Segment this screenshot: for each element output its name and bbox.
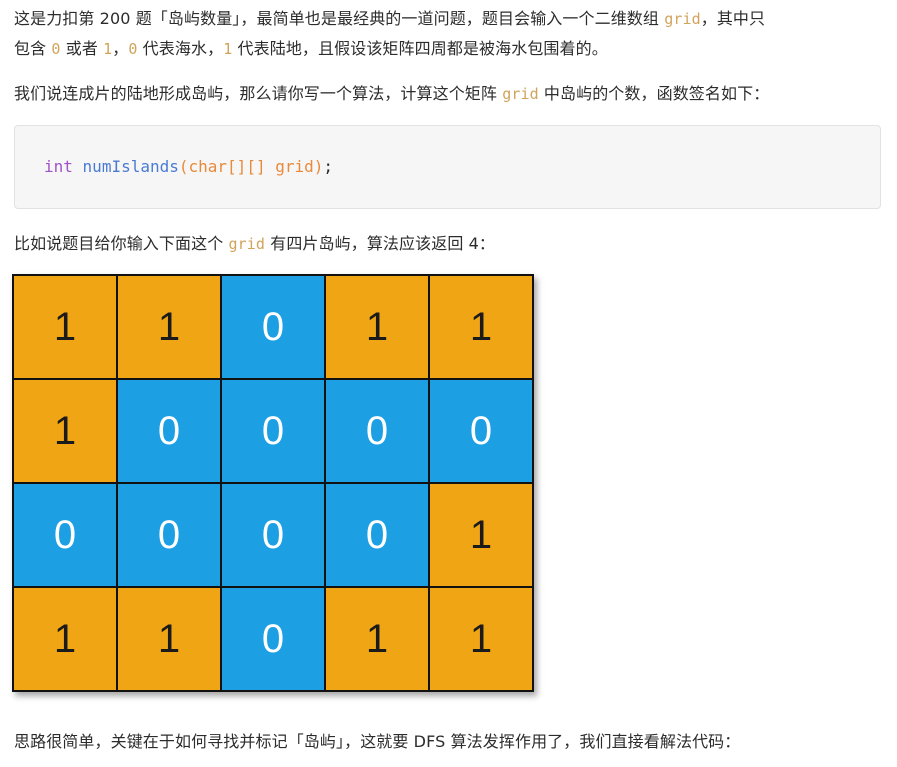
text-segment: 代表陆地，且假设该矩阵四周都是被海水包围着的。 — [232, 39, 608, 58]
text-segment: 中岛屿的个数，函数签名如下： — [538, 84, 770, 103]
code-brackets: [][] — [227, 157, 266, 176]
grid-cell: 1 — [326, 276, 428, 378]
grid-cell: 1 — [430, 484, 532, 586]
text-segment: ， — [112, 39, 129, 58]
code-line-signature: int numIslands(char[][] grid); — [44, 154, 333, 180]
grid-cell: 0 — [326, 380, 428, 482]
code-function-name: numIslands — [82, 157, 179, 176]
text-segment: 这是力扣第 200 题「岛屿数量」，最简单也是最经典的一道问题，题目会输入一个二… — [14, 9, 665, 28]
text-segment: 代表海水， — [137, 39, 224, 58]
code-param-grid: grid — [275, 157, 314, 176]
inline-code-grid: grid — [664, 10, 701, 28]
grid-cell: 0 — [118, 484, 220, 586]
grid-cell: 1 — [118, 276, 220, 378]
code-keyword-int: int — [44, 157, 73, 176]
inline-code-zero: 0 — [128, 40, 138, 58]
grid-cell: 1 — [430, 588, 532, 690]
code-block: int numIslands(char[][] grid); — [14, 125, 881, 209]
text-segment: 包含 — [14, 39, 52, 58]
text-segment: 思路很简单，关键在于如何寻找并标记「岛屿」，这就要 DFS 算法发挥作用了，我们… — [14, 732, 741, 751]
grid-cell: 1 — [14, 276, 116, 378]
code-semicolon: ; — [323, 157, 334, 176]
grid-cell: 0 — [326, 484, 428, 586]
grid-cell: 1 — [14, 380, 116, 482]
inline-code-zero: 0 — [51, 40, 61, 58]
grid-cell: 0 — [222, 276, 324, 378]
grid-cell: 0 — [430, 380, 532, 482]
grid-cell: 0 — [14, 484, 116, 586]
paragraph-intro: 这是力扣第 200 题「岛屿数量」，最简单也是最经典的一道问题，题目会输入一个二… — [14, 4, 765, 64]
grid-cell: 0 — [222, 588, 324, 690]
grid-cell: 1 — [118, 588, 220, 690]
text-segment: ，其中只 — [700, 9, 766, 28]
text-segment: 我们说连成片的陆地形成岛屿，那么请你写一个算法，计算这个矩阵 — [14, 84, 503, 103]
grid-cell: 1 — [14, 588, 116, 690]
text-segment: 或者 — [60, 39, 104, 58]
grid-cell: 0 — [118, 380, 220, 482]
island-grid-figure: 11011100000000111011 — [12, 274, 534, 692]
grid-cell: 1 — [326, 588, 428, 690]
grid-cell: 0 — [222, 484, 324, 586]
paragraph-approach: 思路很简单，关键在于如何寻找并标记「岛屿」，这就要 DFS 算法发挥作用了，我们… — [14, 727, 740, 757]
grid-cell: 0 — [222, 380, 324, 482]
code-type-char: char — [188, 157, 228, 176]
text-segment: 有四片岛屿，算法应该返回 4： — [265, 234, 495, 253]
grid-cell: 1 — [430, 276, 532, 378]
inline-code-one: 1 — [223, 40, 233, 58]
inline-code-grid: grid — [502, 85, 539, 103]
code-paren-close: ) — [313, 157, 324, 176]
inline-code-one: 1 — [103, 40, 113, 58]
inline-code-grid: grid — [228, 235, 266, 253]
text-segment: 比如说题目给你输入下面这个 — [14, 234, 229, 253]
island-grid: 11011100000000111011 — [12, 274, 534, 692]
paragraph-example: 比如说题目给你输入下面这个 grid 有四片岛屿，算法应该返回 4： — [14, 229, 495, 259]
paragraph-signature-intro: 我们说连成片的陆地形成岛屿，那么请你写一个算法，计算这个矩阵 grid 中岛屿的… — [14, 79, 769, 109]
code-paren-open: ( — [178, 157, 189, 176]
